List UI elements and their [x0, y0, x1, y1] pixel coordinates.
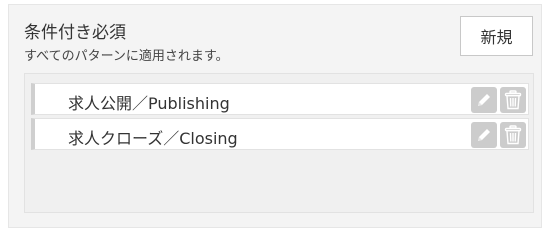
trash-icon[interactable] — [500, 122, 526, 148]
conditional-required-panel: 条件付き必須 すべてのパターンに適用されます。 新規 求人公開／Publishi… — [8, 4, 542, 228]
pencil-icon[interactable] — [471, 87, 497, 113]
panel-subtitle: すべてのパターンに適用されます。 — [24, 49, 229, 64]
new-button[interactable]: 新規 — [460, 16, 533, 56]
list-item-publishing: 求人公開／Publishing — [31, 83, 529, 115]
panel-title: 条件付き必須 — [24, 23, 126, 43]
trash-icon[interactable] — [500, 87, 526, 113]
pencil-icon[interactable] — [471, 122, 497, 148]
list-item-label: 求人クローズ／Closing — [68, 129, 238, 148]
pattern-list: 求人公開／Publishing 求人クローズ／Closing — [24, 73, 534, 213]
list-item-label: 求人公開／Publishing — [68, 94, 230, 113]
list-item-closing: 求人クローズ／Closing — [31, 118, 529, 150]
